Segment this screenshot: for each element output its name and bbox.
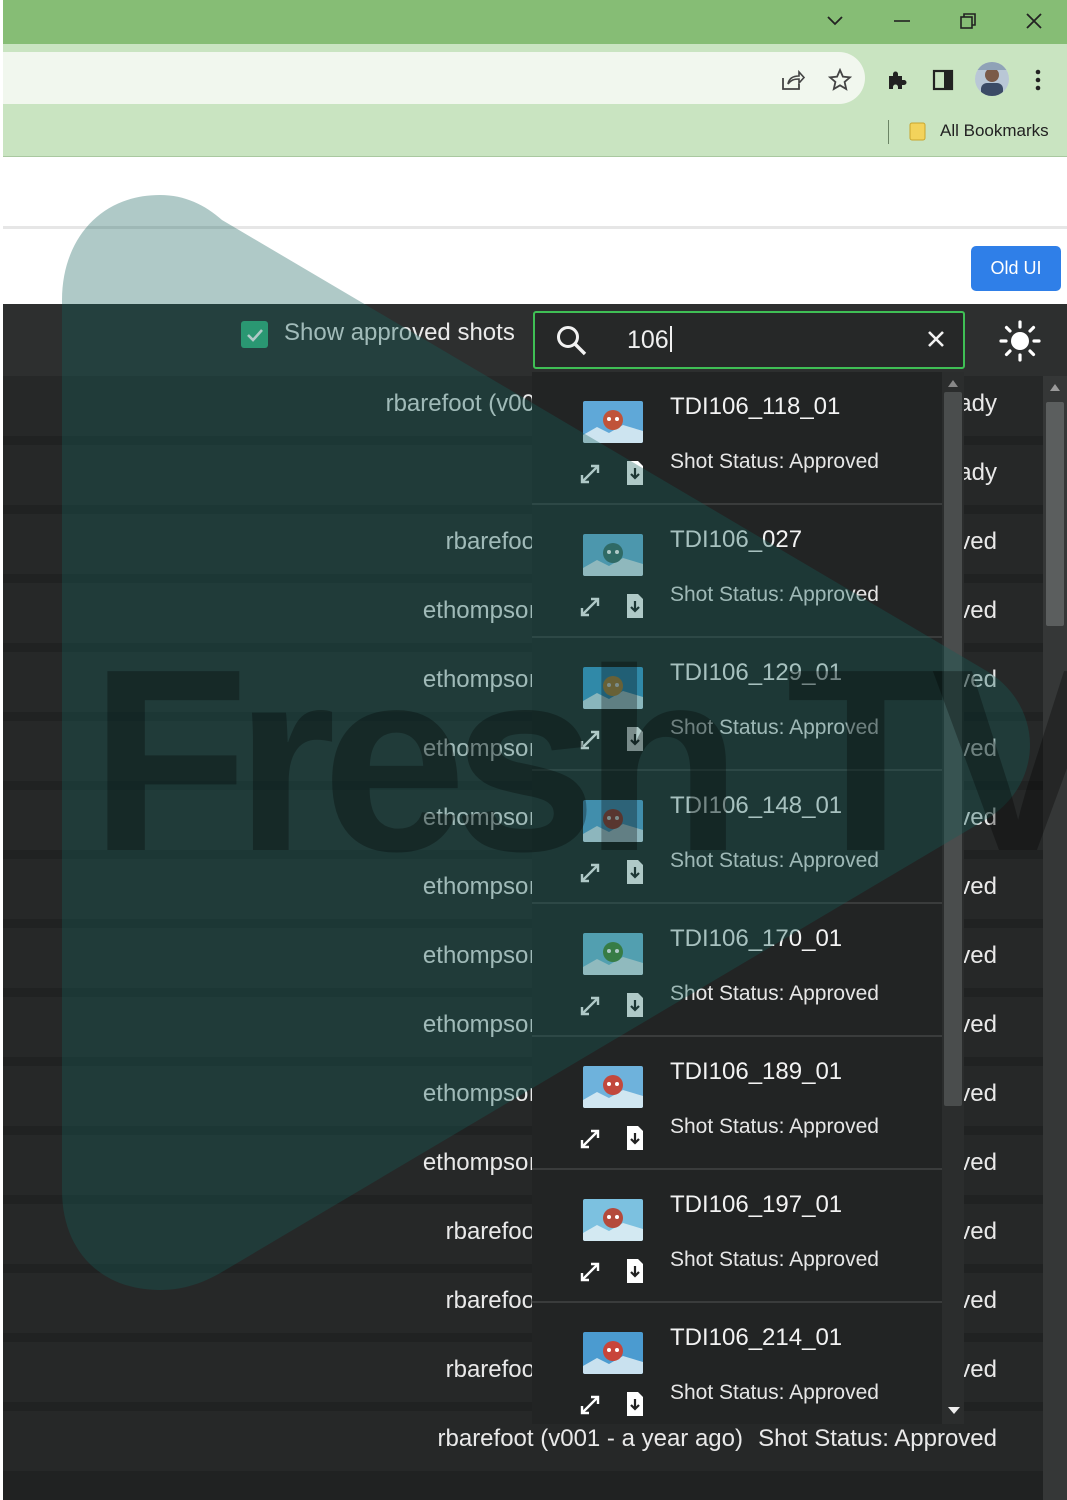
shot-name[interactable]: TDI106_027: [670, 526, 802, 554]
dropdown-scroll-up-icon[interactable]: [948, 380, 958, 387]
shot-thumbnail[interactable]: [583, 401, 643, 443]
old-ui-button[interactable]: Old UI: [971, 246, 1061, 291]
expand-icon[interactable]: [578, 462, 602, 491]
search-result-item[interactable]: TDI106_170_01 Shot Status: Approved: [532, 904, 942, 1037]
search-result-item[interactable]: TDI106_027 Shot Status: Approved: [532, 505, 942, 638]
shot-name[interactable]: TDI106_214_01: [670, 1324, 842, 1352]
minimize-icon[interactable]: [885, 6, 919, 36]
shot-name[interactable]: TDI106_129_01: [670, 659, 842, 687]
bookmark-folder-icon: [908, 120, 928, 147]
shot-name[interactable]: TDI106_197_01: [670, 1191, 842, 1219]
bookmarks-separator: [888, 120, 889, 144]
download-file-icon[interactable]: [625, 726, 645, 757]
shot-thumbnail[interactable]: [583, 534, 643, 576]
profile-avatar[interactable]: [975, 62, 1009, 96]
search-icon: [555, 324, 589, 363]
more-menu-icon[interactable]: [1023, 65, 1053, 95]
bookmark-star-icon[interactable]: [825, 65, 855, 95]
page-scrollbar[interactable]: [1043, 376, 1067, 1500]
extensions-icon[interactable]: [882, 65, 912, 95]
shot-name[interactable]: TDI106_189_01: [670, 1058, 842, 1086]
expand-icon[interactable]: [578, 1393, 602, 1422]
search-value[interactable]: 106: [627, 326, 672, 355]
app-toolbar: Show approved shots 106: [3, 304, 1067, 376]
restore-icon[interactable]: [951, 6, 985, 36]
show-approved-label[interactable]: Show approved shots: [284, 319, 515, 347]
shot-status: Shot Status: Approved: [670, 982, 879, 1005]
shot-status: Shot Status: Approved: [670, 716, 879, 739]
expand-icon[interactable]: [578, 994, 602, 1023]
bookmarks-bar: All Bookmarks: [3, 112, 1067, 157]
shot-thumbnail[interactable]: [583, 933, 643, 975]
dropdown-scrollbar[interactable]: [942, 372, 964, 1424]
expand-icon[interactable]: [578, 1260, 602, 1289]
address-bar[interactable]: [3, 52, 865, 104]
shot-name[interactable]: TDI106_170_01: [670, 925, 842, 953]
shot-status: Shot Status: Approved: [670, 1248, 879, 1271]
expand-icon[interactable]: [578, 595, 602, 624]
page-scrollbar-thumb[interactable]: [1046, 402, 1064, 626]
download-file-icon[interactable]: [625, 460, 645, 491]
scroll-up-arrow-icon[interactable]: [1050, 384, 1060, 391]
close-window-icon[interactable]: [1017, 6, 1051, 36]
theme-toggle-sun-icon[interactable]: [998, 319, 1042, 368]
clear-search-icon[interactable]: [925, 328, 947, 355]
browser-window: All Bookmarks Old UI Show approved shots…: [0, 0, 1067, 1500]
shot-status: Shot Status: Approved: [670, 1115, 879, 1138]
side-panel-icon[interactable]: [928, 65, 958, 95]
site-header: Old UI: [3, 158, 1067, 304]
tab-search-chevron-icon[interactable]: [818, 6, 852, 36]
shot-name[interactable]: TDI106_118_01: [670, 393, 840, 421]
shot-thumbnail[interactable]: [583, 1066, 643, 1108]
shot-thumbnail[interactable]: [583, 1199, 643, 1241]
search-result-item[interactable]: TDI106_197_01 Shot Status: Approved: [532, 1170, 942, 1303]
shot-status: Shot Status: Approved: [670, 849, 879, 872]
search-result-item[interactable]: TDI106_129_01 Shot Status: Approved: [532, 638, 942, 771]
share-icon[interactable]: [778, 65, 808, 95]
expand-icon[interactable]: [578, 728, 602, 757]
browser-toolbar: [3, 44, 1067, 112]
expand-icon[interactable]: [578, 861, 602, 890]
all-bookmarks-link[interactable]: All Bookmarks: [940, 121, 1049, 141]
download-file-icon[interactable]: [625, 859, 645, 890]
shot-status: Shot Status: Approved: [670, 583, 879, 606]
expand-icon[interactable]: [578, 1127, 602, 1156]
shot-name[interactable]: TDI106_148_01: [670, 792, 842, 820]
download-file-icon[interactable]: [625, 1125, 645, 1156]
shot-status: Shot Status: Approved: [670, 450, 879, 473]
search-results-dropdown: TDI106_118_01 Shot Status: Approved TDI106…: [532, 372, 964, 1424]
download-file-icon[interactable]: [625, 1391, 645, 1422]
search-result-item[interactable]: TDI106_214_01 Shot Status: Approved: [532, 1303, 942, 1424]
dropdown-scroll-down-icon[interactable]: [948, 1407, 960, 1414]
shot-thumbnail[interactable]: [583, 800, 643, 842]
search-results-list: TDI106_118_01 Shot Status: Approved TDI106…: [532, 372, 942, 1424]
download-file-icon[interactable]: [625, 1258, 645, 1289]
search-result-item[interactable]: TDI106_148_01 Shot Status: Approved: [532, 771, 942, 904]
download-file-icon[interactable]: [625, 593, 645, 624]
dropdown-scrollbar-thumb[interactable]: [944, 392, 962, 1106]
search-result-item[interactable]: TDI106_118_01 Shot Status: Approved: [532, 372, 942, 505]
header-divider: [3, 226, 1067, 229]
shot-thumbnail[interactable]: [583, 1332, 643, 1374]
search-result-item[interactable]: TDI106_189_01 Shot Status: Approved: [532, 1037, 942, 1170]
download-file-icon[interactable]: [625, 992, 645, 1023]
shot-search-input[interactable]: 106: [533, 311, 965, 369]
shot-status: Shot Status: Approved: [670, 1381, 879, 1404]
browser-titlebar: [3, 0, 1067, 50]
shot-thumbnail[interactable]: [583, 667, 643, 709]
show-approved-checkbox[interactable]: [241, 321, 268, 348]
